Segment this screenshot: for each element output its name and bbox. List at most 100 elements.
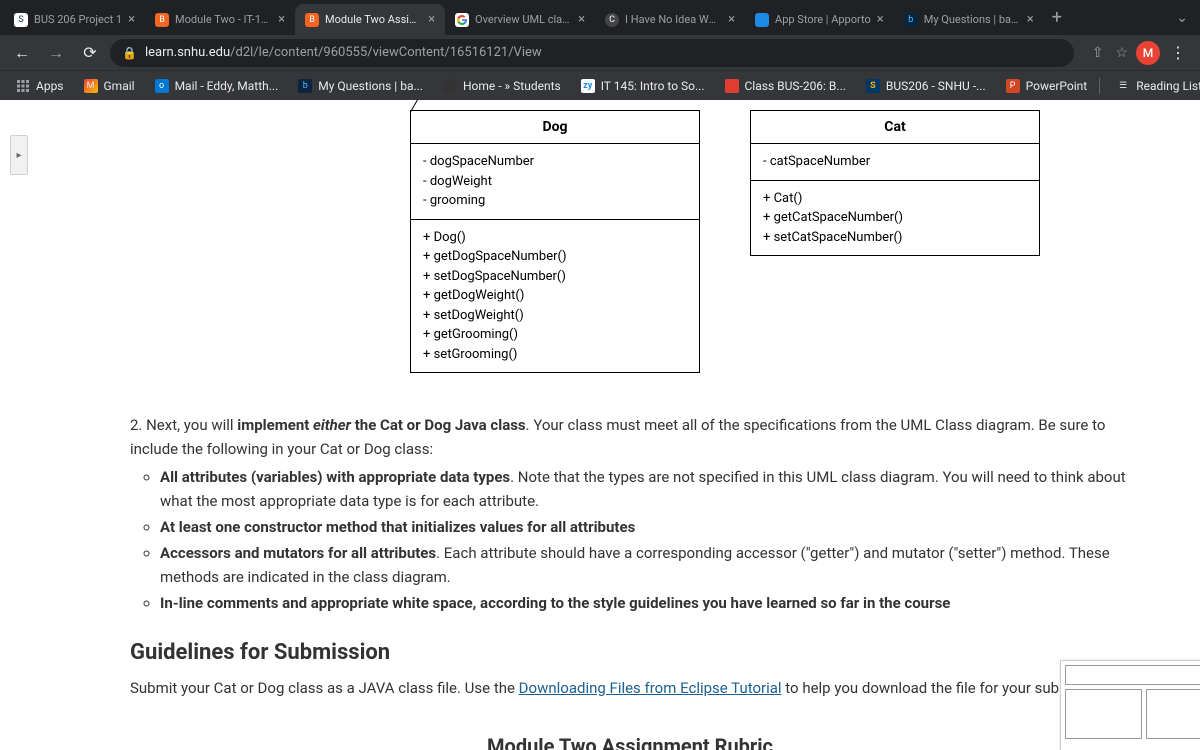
- list-item: At least one constructor method that ini…: [160, 515, 1130, 539]
- uml-methods: + Dog() + getDogSpaceNumber() + setDogSp…: [411, 220, 699, 373]
- bartleby-icon: b: [298, 79, 312, 93]
- thumbnail-preview[interactable]: [1060, 660, 1200, 750]
- uml-attr: - dogSpaceNumber: [423, 152, 687, 172]
- forward-button[interactable]: →: [42, 39, 70, 67]
- uml-method: + setDogSpaceNumber(): [423, 267, 687, 287]
- tab-overview-uml[interactable]: Overview UML class ×: [445, 4, 595, 35]
- tab-title: I Have No Idea Where: [625, 13, 722, 26]
- url-path: /d2l/le/content/960555/viewContent/16516…: [230, 45, 542, 60]
- brightspace-icon: B: [155, 13, 169, 27]
- uml-method: + setCatSpaceNumber(): [763, 228, 1027, 248]
- profile-avatar[interactable]: M: [1136, 41, 1160, 65]
- text: All attributes (variables) with appropri…: [160, 468, 510, 486]
- uml-class-dog: Dog - dogSpaceNumber - dogWeight - groom…: [410, 110, 700, 373]
- tab-no-idea[interactable]: C I Have No Idea Where ×: [595, 4, 745, 35]
- bartleby-icon: b: [904, 13, 918, 27]
- guidelines-heading: Guidelines for Submission: [130, 635, 1130, 670]
- text: 2. Next, you will: [130, 416, 237, 434]
- bookmark-powerpoint[interactable]: P PowerPoint: [998, 75, 1096, 97]
- tab-apporto[interactable]: App Store | Apporto ×: [745, 4, 894, 35]
- menu-icon[interactable]: ⋮: [1164, 43, 1192, 62]
- bookmark-it145[interactable]: zy IT 145: Intro to So...: [573, 75, 713, 97]
- uml-class-cat: Cat - catSpaceNumber + Cat() + getCatSpa…: [750, 110, 1040, 256]
- bookmark-outlook[interactable]: o Mail - Eddy, Matth...: [147, 75, 287, 97]
- bookmark-label: PowerPoint: [1026, 79, 1088, 93]
- rubric-heading: Module Two Assignment Rubric: [130, 730, 1130, 750]
- list-item: Accessors and mutators for all attribute…: [160, 541, 1130, 589]
- address-bar[interactable]: 🔒 learn.snhu.edu/d2l/le/content/960555/v…: [110, 39, 1074, 67]
- uml-method: + getDogWeight(): [423, 286, 687, 306]
- tab-module-two-assignment[interactable]: B Module Two Assignm ×: [295, 4, 445, 35]
- uml-method: + setGrooming(): [423, 345, 687, 365]
- uml-method: + getDogSpaceNumber(): [423, 247, 687, 267]
- tab-module-two-it145[interactable]: B Module Two - IT-145 ×: [145, 4, 295, 35]
- toolbar: ← → ⟳ 🔒 learn.snhu.edu/d2l/le/content/96…: [0, 35, 1200, 70]
- guidelines-text: Submit your Cat or Dog class as a JAVA c…: [130, 676, 1130, 700]
- bookmark-gmail[interactable]: M Gmail: [76, 75, 143, 97]
- uml-class-name: Cat: [751, 111, 1039, 144]
- new-tab-button[interactable]: +: [1044, 7, 1070, 28]
- uml-diagram: Dog - dogSpaceNumber - dogWeight - groom…: [60, 100, 1200, 393]
- bookmark-bus206-class[interactable]: Class BUS-206: B...: [717, 75, 854, 97]
- google-icon: [455, 13, 469, 27]
- bookmarks-right: ☰ Reading List: [1099, 75, 1200, 97]
- text: implement: [237, 416, 313, 434]
- toolbar-right: ⇧ ☆ M ⋮: [1088, 41, 1192, 65]
- close-icon[interactable]: ×: [877, 12, 884, 27]
- bookmark-bus206-snhu[interactable]: S BUS206 - SNHU -...: [858, 75, 994, 97]
- bookmark-apps[interactable]: Apps: [8, 75, 72, 97]
- reading-list-button[interactable]: ☰ Reading List: [1108, 75, 1200, 97]
- close-icon[interactable]: ×: [578, 12, 585, 27]
- uml-method: + Dog(): [423, 228, 687, 248]
- zybooks-icon: zy: [581, 79, 595, 93]
- tab-title: My Questions | bartle: [924, 13, 1021, 26]
- apps-icon: [16, 79, 30, 93]
- close-icon[interactable]: ×: [728, 12, 735, 27]
- tab-strip: S BUS 206 Project 1 × B Module Two - IT-…: [0, 0, 1200, 35]
- close-icon[interactable]: ×: [428, 12, 435, 27]
- bookmark-label: Home - » Students: [463, 79, 561, 93]
- snhu-icon: S: [866, 79, 880, 93]
- tab-title: Module Two Assignm: [325, 13, 422, 26]
- bookmarks-bar: Apps M Gmail o Mail - Eddy, Matth... b M…: [0, 70, 1200, 100]
- bookmark-label: Apps: [36, 79, 64, 93]
- bookmark-home-students[interactable]: Home - » Students: [435, 75, 569, 97]
- uml-method: + Cat(): [763, 189, 1027, 209]
- uml-method: + setDogWeight(): [423, 306, 687, 326]
- bookmark-label: IT 145: Intro to So...: [601, 79, 705, 93]
- share-icon[interactable]: ⇧: [1088, 41, 1108, 65]
- gmail-icon: M: [84, 79, 98, 93]
- lock-icon: 🔒: [122, 46, 137, 60]
- reload-button[interactable]: ⟳: [76, 39, 104, 67]
- close-icon[interactable]: ×: [278, 12, 285, 27]
- tab-bus206[interactable]: S BUS 206 Project 1 ×: [4, 4, 145, 35]
- divider: [1099, 78, 1100, 94]
- panel-expand-handle[interactable]: ▸: [10, 135, 28, 175]
- close-icon[interactable]: ×: [1027, 12, 1034, 27]
- bookmark-star-icon[interactable]: ☆: [1111, 41, 1132, 65]
- brightspace-icon: B: [305, 13, 319, 27]
- back-button[interactable]: ←: [8, 39, 36, 67]
- text: Accessors and mutators for all attribute…: [160, 544, 436, 562]
- tab-bartleby[interactable]: b My Questions | bartle ×: [894, 4, 1044, 35]
- requirements-list: All attributes (variables) with appropri…: [160, 465, 1130, 615]
- uml-attr: - catSpaceNumber: [763, 152, 1027, 172]
- text: either: [313, 416, 351, 434]
- text: In-line comments and appropriate white s…: [160, 594, 950, 612]
- close-icon[interactable]: ×: [128, 12, 135, 27]
- page-content: ▸ Dog - dogSpaceNumber - dogWeight - gro…: [0, 100, 1200, 750]
- text: the Cat or Dog Java class: [351, 416, 526, 434]
- chegg-icon: C: [605, 13, 619, 27]
- bookmark-label: Class BUS-206: B...: [745, 79, 846, 93]
- powerpoint-icon: P: [1006, 79, 1020, 93]
- tab-title: Module Two - IT-145: [175, 13, 272, 26]
- outlook-icon: o: [155, 79, 169, 93]
- uml-attributes: - dogSpaceNumber - dogWeight - grooming: [411, 144, 699, 220]
- text: Submit your Cat or Dog class as a JAVA c…: [130, 679, 519, 697]
- uml-method: + getGrooming(): [423, 325, 687, 345]
- eclipse-tutorial-link[interactable]: Downloading Files from Eclipse Tutorial: [519, 679, 782, 697]
- bookmark-bartleby[interactable]: b My Questions | ba...: [290, 75, 431, 97]
- tabs-dropdown-icon[interactable]: ⌄: [1168, 10, 1196, 26]
- reading-list-label: Reading List: [1136, 79, 1200, 93]
- uml-class-name: Dog: [411, 111, 699, 144]
